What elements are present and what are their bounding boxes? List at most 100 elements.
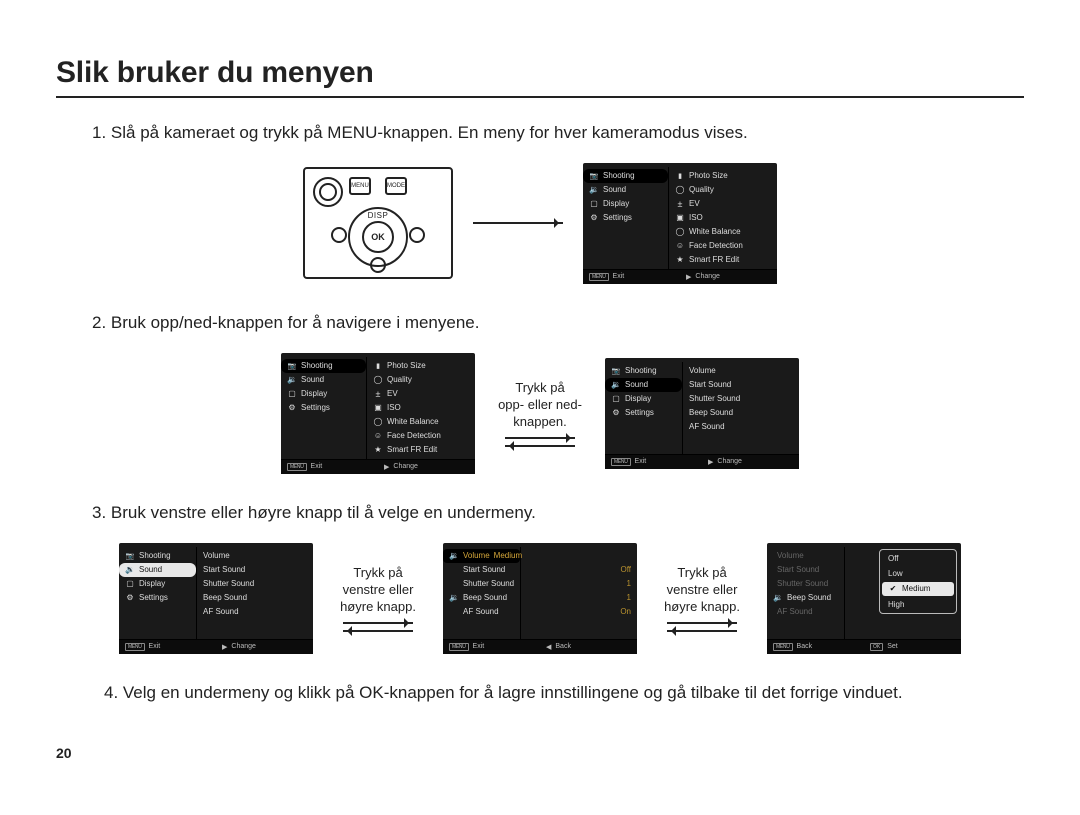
menu-item: Smart FR Edit <box>367 443 475 457</box>
cam-icon <box>589 171 599 181</box>
lcd-shooting-menu-b: ShootingSoundDisplaySettings Photo SizeQ… <box>281 353 475 474</box>
menu-item: EV <box>669 197 777 211</box>
lcd-volume-popup: Volume Start Sound Shutter Sound Beep So… <box>767 543 961 654</box>
menu-item: Start Sound <box>683 378 799 392</box>
volume-option-selected: Medium <box>882 582 954 596</box>
arrow-right-icon <box>473 222 563 224</box>
lcd-sound-left: Volume Medium Start Sound Shutter Sound … <box>443 547 521 639</box>
speaker-icon <box>449 551 459 561</box>
star-icon <box>373 445 383 455</box>
menu-item: Shooting <box>119 549 196 563</box>
lcd-sound-values: Volume Medium Start Sound Shutter Sound … <box>443 543 637 654</box>
menu-item: Volume <box>683 364 799 378</box>
flag-icon <box>373 361 383 371</box>
arrow-bidir-icon <box>667 622 737 632</box>
menu-item: Shooting <box>583 169 668 183</box>
disp-icon <box>611 394 621 404</box>
menu-item: Face Detection <box>669 239 777 253</box>
volume-option: Low <box>882 567 954 580</box>
menu-item: ISO <box>367 401 475 415</box>
disp-icon <box>287 389 297 399</box>
submenu-header: Volume Medium <box>443 549 520 563</box>
disp-icon <box>125 579 135 589</box>
menu-item: Start Sound <box>197 563 313 577</box>
ok-key-icon: OK <box>870 643 883 651</box>
menu-item: AF Sound <box>197 605 313 619</box>
spk-icon <box>589 185 599 195</box>
menu-item: Settings <box>583 211 668 225</box>
menu-key-icon: MENU <box>589 273 609 281</box>
step-3-illustration: ShootingSoundDisplaySettings VolumeStart… <box>56 543 1024 654</box>
menu-item: EV <box>367 387 475 401</box>
menu-item: Sound <box>583 183 668 197</box>
arrow-bidir-icon <box>505 437 575 447</box>
menu-item: Smart FR Edit <box>669 253 777 267</box>
face-icon <box>675 241 685 251</box>
menu-item: Display <box>605 392 682 406</box>
menu-item: White Balance <box>669 225 777 239</box>
menu-item: Beep Sound <box>683 406 799 420</box>
menu-item: Face Detection <box>367 429 475 443</box>
volume-popup: Off Low Medium High <box>879 549 957 614</box>
flag-icon <box>675 171 685 181</box>
circle-icon <box>675 227 685 237</box>
iso-icon <box>373 403 383 413</box>
camera-lens-ring <box>313 177 343 207</box>
step-2-text: 2. Bruk opp/ned-knappen for å navigere i… <box>92 312 1024 335</box>
cam-icon <box>125 551 135 561</box>
step-1-text: 1. Slå på kameraet og trykk på MENU-knap… <box>92 122 1024 145</box>
menu-item: AF Sound <box>683 420 799 434</box>
menu-item: Sound <box>119 563 196 577</box>
menu-item: Display <box>119 577 196 591</box>
spk-icon <box>287 375 297 385</box>
play-icon <box>686 273 691 281</box>
lcd-right-column: Photo SizeQualityEVISOWhite BalanceFace … <box>669 167 777 269</box>
camera-dpad-down <box>370 257 386 273</box>
page-title: Slik bruker du menyen <box>56 56 1024 90</box>
camera-dpad-right <box>409 227 425 243</box>
lcd-sound-menu: ShootingSoundDisplaySettings VolumeStart… <box>605 358 799 469</box>
step-2-illustration: ShootingSoundDisplaySettings Photo SizeQ… <box>56 353 1024 474</box>
circle-icon <box>675 185 685 195</box>
menu-item: Settings <box>119 591 196 605</box>
caption-lr-2: Trykk på venstre eller høyre knapp. <box>657 565 747 616</box>
star-icon <box>675 255 685 265</box>
caption-updown: Trykk på opp- eller ned- knappen. <box>495 380 585 431</box>
cam-icon <box>287 361 297 371</box>
step-1-illustration: MENU MODE DISP OK ShootingSoundDisplaySe… <box>56 163 1024 284</box>
circle-icon <box>373 375 383 385</box>
lcd-popup-left: Volume Start Sound Shutter Sound Beep So… <box>767 547 845 639</box>
menu-item: Photo Size <box>669 169 777 183</box>
menu-item: Display <box>281 387 366 401</box>
camera-back-illustration: MENU MODE DISP OK <box>303 167 453 279</box>
menu-item: Quality <box>669 183 777 197</box>
back-icon <box>546 643 551 651</box>
spk-icon <box>125 565 135 575</box>
ev-icon <box>675 199 685 209</box>
menu-item: Sound <box>281 373 366 387</box>
volume-option: High <box>882 598 954 611</box>
lcd-sound-right: Off 1 1 On <box>521 547 637 639</box>
speaker-icon <box>449 593 459 603</box>
menu-item: ISO <box>669 211 777 225</box>
menu-item: Volume <box>197 549 313 563</box>
page-number: 20 <box>56 745 1024 761</box>
menu-item: White Balance <box>367 415 475 429</box>
camera-dpad-left <box>331 227 347 243</box>
gear-icon <box>125 593 135 603</box>
menu-item: Photo Size <box>367 359 475 373</box>
menu-item: Settings <box>605 406 682 420</box>
menu-item: Shutter Sound <box>683 392 799 406</box>
menu-item: Quality <box>367 373 475 387</box>
check-icon <box>888 584 898 594</box>
menu-item: Display <box>583 197 668 211</box>
face-icon <box>373 431 383 441</box>
lcd-sound-menu-d: ShootingSoundDisplaySettings VolumeStart… <box>119 543 313 654</box>
step-3-text: 3. Bruk venstre eller høyre knapp til å … <box>92 502 1024 525</box>
gear-icon <box>589 213 599 223</box>
camera-mode-button: MODE <box>385 177 407 195</box>
caption-lr-1: Trykk på venstre eller høyre knapp. <box>333 565 423 616</box>
gear-icon <box>287 403 297 413</box>
spk-icon <box>611 380 621 390</box>
cam-icon <box>611 366 621 376</box>
